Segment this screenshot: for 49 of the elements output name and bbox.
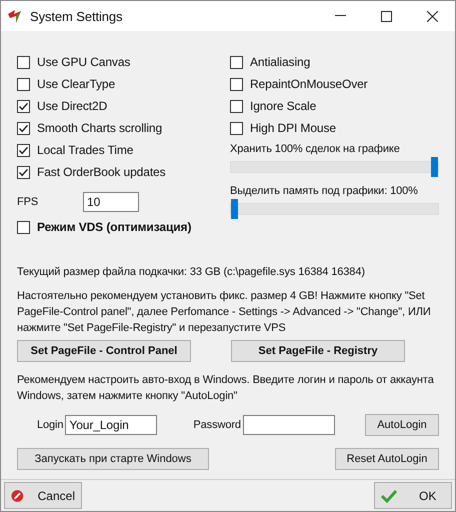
slider-label: Хранить 100% сделок на графике bbox=[230, 143, 401, 155]
ok-button[interactable]: OK bbox=[374, 482, 452, 509]
checkbox[interactable] bbox=[230, 56, 243, 68]
pagefile-info: Текущий размер файла подкачки: 33 GB (c:\pagefile.sys 16384 16384) bbox=[17, 265, 366, 280]
checkbox-label: Fast OrderBook updates bbox=[37, 165, 166, 179]
login-label: Login bbox=[37, 419, 64, 431]
checkbox-label: Local Trades Time bbox=[37, 143, 134, 157]
cancel-button[interactable]: Cancel bbox=[4, 482, 82, 509]
checkbox[interactable] bbox=[17, 78, 30, 90]
checkbox[interactable] bbox=[230, 100, 243, 112]
checkbox-label: Режим VDS (оптимизация) bbox=[37, 220, 192, 234]
close-icon[interactable] bbox=[426, 10, 438, 22]
checkbox[interactable] bbox=[17, 166, 30, 178]
slider-thumb[interactable] bbox=[230, 199, 238, 219]
startup-button[interactable]: Запускать при старте Windows bbox=[17, 448, 209, 470]
minimize-icon[interactable] bbox=[334, 15, 346, 17]
checkbox-label: RepaintOnMouseOver bbox=[250, 77, 368, 91]
fps-field[interactable]: 10 bbox=[83, 192, 139, 212]
checkbox[interactable] bbox=[17, 220, 30, 234]
checkbox-label: High DPI Mouse bbox=[250, 121, 336, 135]
checkbox-label: Ignore Scale bbox=[250, 99, 316, 113]
pagefile-button[interactable]: Set PageFile - Registry bbox=[231, 340, 405, 362]
password-label: Password bbox=[193, 419, 241, 431]
pagefile-advice: Настоятельно рекомендуем установить фикс. размер 4 GB! Нажмите кнопку "Set PageFile-Control panel", далее Perfomance - Settings -> Advanced -> "Change", ИЛИ нажмите "Set PageFile-Registry" и перезапустите VPS bbox=[17, 289, 432, 336]
autologin-advice: Рекомендуем настроить авто-вход в Windows. Введите логин и пароль от аккаунта Windows, затем нажмите кнопку "AutoLogin" bbox=[17, 373, 435, 404]
window-title: System Settings bbox=[30, 8, 124, 24]
checkbox-label: Use GPU Canvas bbox=[37, 55, 130, 69]
checkbox-label: Smooth Charts scrolling bbox=[37, 121, 162, 135]
password-field[interactable] bbox=[242, 415, 335, 435]
autologin-button[interactable]: AutoLogin bbox=[365, 414, 439, 436]
login-field[interactable]: Your_Login bbox=[65, 415, 158, 435]
checkbox[interactable] bbox=[17, 144, 30, 156]
reset-autologin-button[interactable]: Reset AutoLogin bbox=[335, 448, 439, 470]
cancel-icon bbox=[11, 488, 24, 502]
checkbox[interactable] bbox=[17, 100, 30, 112]
maximize-icon[interactable] bbox=[380, 10, 392, 22]
checkbox[interactable] bbox=[230, 78, 243, 90]
pagefile-button[interactable]: Set PageFile - Control Panel bbox=[17, 340, 191, 362]
slider-thumb[interactable] bbox=[431, 157, 438, 177]
app-logo-icon bbox=[7, 8, 23, 24]
slider-label: Выделить память под графики: 100% bbox=[230, 185, 419, 197]
check-icon bbox=[381, 488, 397, 502]
checkbox-label: Use ClearType bbox=[37, 77, 116, 91]
fps-label: FPS bbox=[17, 196, 40, 208]
checkbox[interactable] bbox=[17, 56, 30, 68]
checkbox-label: Use Direct2D bbox=[37, 99, 108, 113]
checkbox-label: Antialiasing bbox=[250, 55, 310, 69]
checkbox[interactable] bbox=[17, 122, 30, 134]
checkbox[interactable] bbox=[230, 122, 243, 134]
